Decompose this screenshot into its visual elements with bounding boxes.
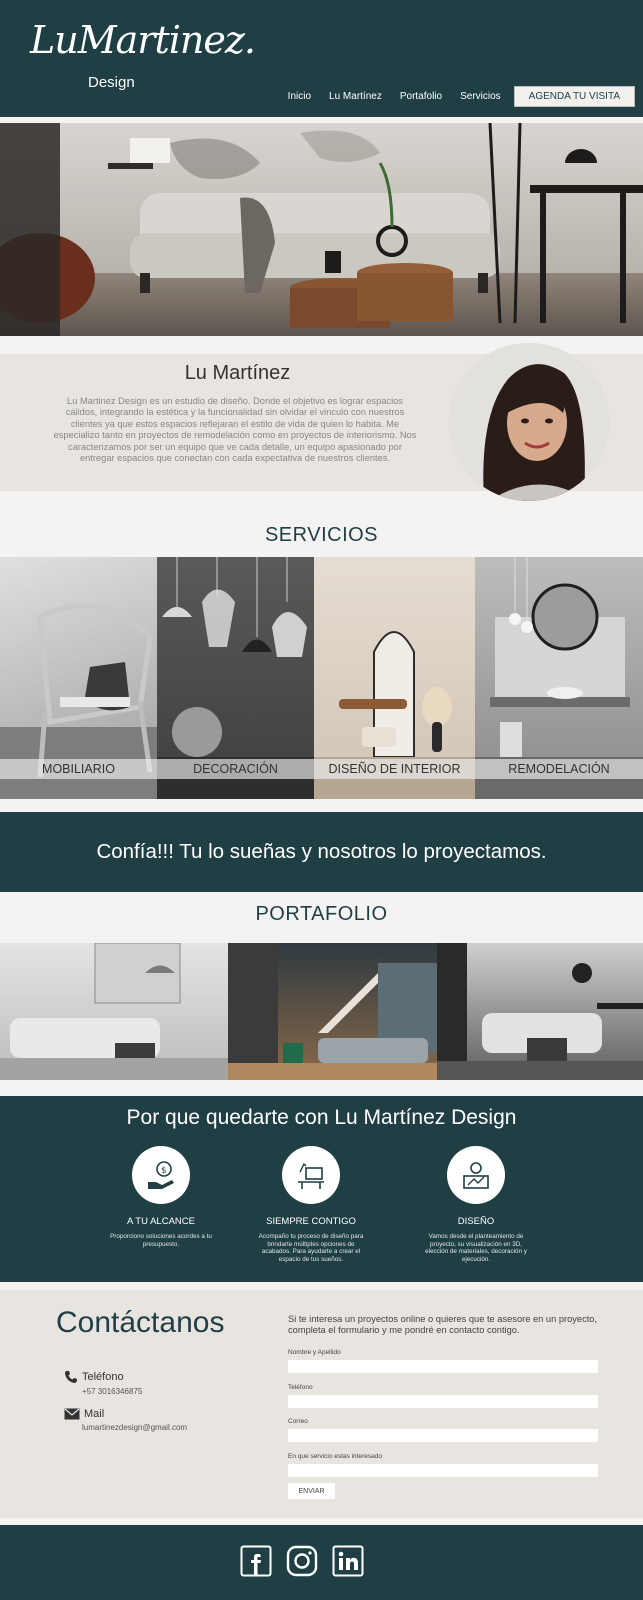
field-label-phone: Teléfono [288,1384,313,1391]
mail-icon [64,1408,80,1420]
service-card-remodelacion[interactable]: REMODELACIÓN [475,557,643,799]
service-label: DISEÑO DE INTERIOR [314,759,475,779]
service-label: REMODELACIÓN [475,759,643,779]
service-card-mobiliario[interactable]: MOBILIARIO [0,557,157,799]
about-text: Lu Martinez Design es un estudio de dise… [53,396,417,464]
phone-icon [65,1371,77,1383]
portrait-illustration [449,343,609,501]
workspace-icon [282,1146,340,1204]
feature-text: Acompaño tu proceso de diseño para brind… [258,1233,364,1263]
site-header: LuMartinez. Design Inicio Lu Martínez Po… [0,0,643,117]
social-links [240,1545,364,1582]
service-field[interactable] [288,1464,598,1477]
email-field[interactable] [288,1429,598,1442]
avatar [449,343,609,501]
portfolio-gallery [0,943,643,1080]
service-card-decoracion[interactable]: DECORACIÓN [157,557,314,799]
mail-label: Mail [84,1408,105,1420]
send-button[interactable]: ENVIAR [288,1483,335,1499]
services-grid: MOBILIARIO DECORACIÓN DISEÑO DE INTERIOR [0,557,643,799]
mail-info: Mail lumartinezdesign@gmail.com [64,1408,187,1432]
feature-card: SIEMPRE CONTIGO Acompaño tu proceso de d… [241,1146,381,1263]
field-label-name: Nombre y Apellido [288,1349,341,1356]
feature-card: DISEÑO Vamos desde el planteamiento de p… [406,1146,546,1263]
field-label-service: En que servicio estas interesado [288,1453,382,1460]
contact-section: Contáctanos Teléfono +57 3016346875 Mail… [0,1290,643,1518]
schedule-visit-button[interactable]: AGENDA TU VISITA [513,86,635,107]
about-title: Lu Martínez [184,362,291,384]
logo-subtitle: Design [88,74,135,91]
living-room-illustration [0,123,643,336]
portfolio-room-1 [0,943,228,1080]
feature-card: $ A TU ALCANCE Proporciono soluciones ac… [91,1146,231,1248]
portfolio-image-1[interactable] [0,943,228,1080]
tagline-banner: Confía!!! Tu lo sueñas y nosotros lo pro… [0,812,643,892]
linkedin-icon[interactable] [332,1545,364,1582]
mail-address[interactable]: lumartinezdesign@gmail.com [82,1423,187,1432]
why-us-section: Por que quedarte con Lu Martínez Design … [0,1096,643,1282]
facebook-icon[interactable] [240,1545,272,1582]
nav-item-servicios[interactable]: Servicios [460,91,501,102]
portfolio-image-3[interactable] [437,943,643,1080]
design-tools-icon [447,1146,505,1204]
portfolio-title: PORTAFOLIO [255,903,388,925]
site-footer [0,1525,643,1600]
hero-image [0,123,643,336]
portfolio-image-2[interactable] [228,943,437,1080]
phone-field[interactable] [288,1395,598,1408]
feature-text: Vamos desde el planteamiento de proyecto… [425,1233,527,1263]
logo-script: LuMartinez. [30,18,256,62]
services-title: SERVICIOS [264,524,379,546]
service-label: MOBILIARIO [0,759,157,779]
phone-info: Teléfono +57 3016346875 [64,1370,142,1396]
feature-title: A TU ALCANCE [127,1216,195,1227]
portfolio-room-3 [437,943,643,1080]
tagline-text: Confía!!! Tu lo sueñas y nosotros lo pro… [96,840,547,863]
feature-title: SIEMPRE CONTIGO [266,1216,356,1227]
service-card-diseno-interior[interactable]: DISEÑO DE INTERIOR [314,557,475,799]
nav-item-portafolio[interactable]: Portafolio [400,91,442,102]
field-label-email: Correo [288,1418,308,1425]
feature-text: Proporciono soluciones acordes a tu pres… [110,1233,212,1248]
brand-logo[interactable]: LuMartinez. Design [30,18,256,91]
service-label: DECORACIÓN [157,759,314,779]
why-us-title: Por que quedarte con Lu Martínez Design [126,1106,517,1129]
main-nav: Inicio Lu Martínez Portafolio Servicios … [279,86,635,107]
phone-label: Teléfono [82,1371,124,1383]
svg-text:$: $ [161,1166,167,1176]
instagram-icon[interactable] [286,1545,318,1582]
portfolio-room-2 [228,943,437,1080]
nav-item-lu-martinez[interactable]: Lu Martínez [329,91,382,102]
contact-title: Contáctanos [56,1306,225,1339]
name-field[interactable] [288,1360,598,1373]
phone-number[interactable]: +57 3016346875 [82,1387,142,1396]
contact-intro: Si te interesa un proyectos online o qui… [288,1314,598,1335]
money-hand-icon: $ [132,1146,190,1204]
feature-title: DISEÑO [457,1216,495,1227]
nav-item-inicio[interactable]: Inicio [288,91,311,102]
